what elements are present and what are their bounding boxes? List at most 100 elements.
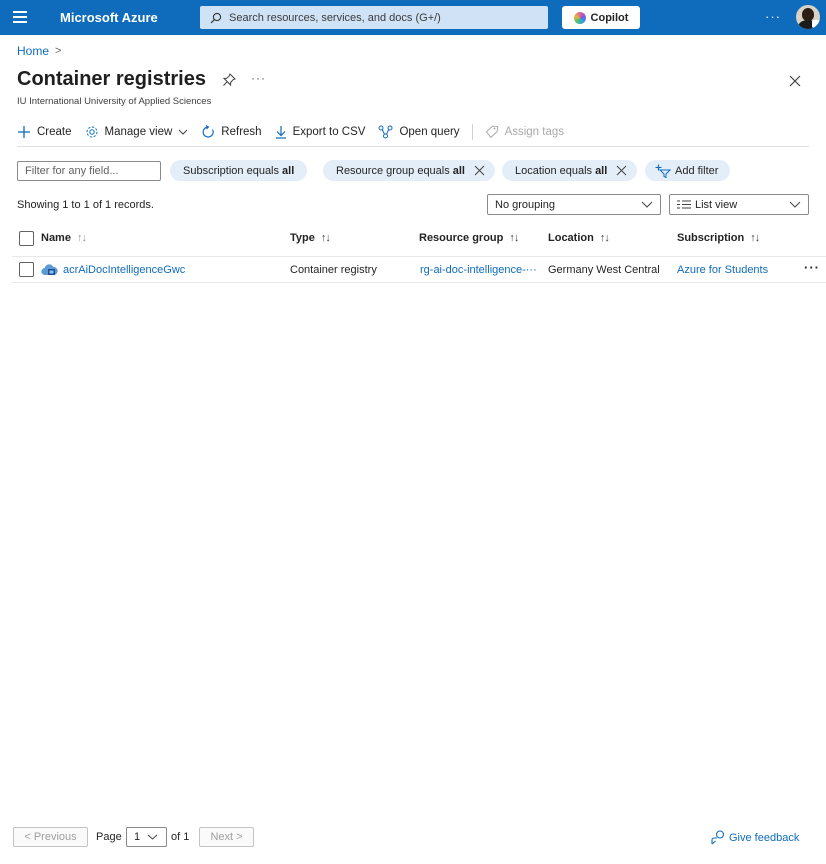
assign-tags-label: Assign tags [504,126,565,138]
sort-icon: ↑↓ [599,232,610,244]
remove-filter-icon[interactable] [474,165,485,176]
query-icon [378,125,393,139]
grouping-dropdown[interactable]: No grouping [487,194,661,215]
column-label: Resource group [419,232,504,244]
registry-location: Germany West Central [548,264,660,276]
assign-tags-button[interactable]: Assign tags [485,125,565,139]
column-label: Location [548,232,594,244]
column-header-resource-group[interactable]: Resource group ↑↓ [419,232,519,244]
avatar[interactable] [796,5,820,29]
records-count: Showing 1 to 1 of 1 records. [17,199,154,211]
refresh-label: Refresh [221,126,262,138]
open-query-label: Open query [399,126,460,138]
manage-view-button[interactable]: Manage view [85,125,189,139]
page-title: Container registries [17,68,206,90]
plus-icon [18,126,30,138]
toolbar-divider-line [17,146,809,147]
export-csv-button[interactable]: Export to CSV [275,125,366,139]
sort-icon: ↑↓ [320,232,331,244]
registry-name-link[interactable]: acrAiDocIntelligenceGwc [63,264,185,276]
subscription-link[interactable]: Azure for Students [677,264,768,276]
resource-group-filter-label: Resource group equals [336,164,450,177]
row-more-button[interactable]: ··· [804,260,820,275]
copilot-label: Copilot [590,11,629,24]
create-label: Create [37,126,72,138]
list-view-icon [677,200,691,209]
column-header-location[interactable]: Location ↑↓ [548,232,610,244]
gear-icon [86,126,98,138]
toolbar-divider [471,124,473,140]
filter-input[interactable] [17,161,161,181]
chevron-down-icon [789,201,801,208]
sort-icon: ↑↓ [509,232,519,244]
breadcrumb-separator: > [55,45,62,57]
chevron-down-icon [178,129,188,135]
copilot-icon [573,11,586,24]
subscription-filter-value: all [282,164,295,177]
location-filter-value: all [595,164,608,177]
top-navigation-bar: Microsoft Azure Copilot ··· [0,0,826,35]
global-search-box[interactable] [200,6,548,29]
add-filter-button[interactable]: Add filter [645,160,731,181]
title-more-button[interactable]: ··· [251,71,266,85]
previous-page-button[interactable]: < Previous [13,827,88,847]
remove-filter-icon[interactable] [616,165,627,176]
column-label: Type [290,232,315,244]
give-feedback-link[interactable]: Give feedback [711,830,799,845]
copilot-button[interactable]: Copilot [562,6,640,29]
sort-icon: ↑↓ [750,232,760,244]
grouping-value: No grouping [495,198,555,211]
feedback-icon [711,830,725,845]
add-filter-icon [655,164,671,178]
subscription-filter-pill[interactable]: Subscription equals all [170,160,308,181]
hamburger-icon[interactable] [13,11,27,23]
page-number-value: 1 [134,831,141,843]
command-bar: Create Manage view Refresh Export to CSV… [17,122,577,142]
select-all-checkbox[interactable] [19,231,34,246]
column-header-subscription[interactable]: Subscription ↑↓ [677,232,760,244]
subscription-filter-label: Subscription equals [183,164,280,177]
registry-type: Container registry [290,264,377,276]
breadcrumb-home-link[interactable]: Home [17,44,49,58]
page-label: Page [96,831,122,843]
column-label: Name [41,232,71,244]
page-number-select[interactable]: 1 [126,827,167,847]
create-button[interactable]: Create [17,125,72,139]
view-mode-value: List view [695,198,738,211]
chevron-down-icon [641,201,653,208]
tag-icon [485,125,498,139]
sort-icon: ↑↓ [76,232,87,244]
row-checkbox[interactable] [19,262,34,277]
add-filter-label: Add filter [675,164,719,177]
breadcrumb: Home > [17,44,61,58]
resource-group-filter-value: all [452,164,465,177]
location-filter-pill[interactable]: Location equals all [502,160,638,181]
resource-group-link[interactable]: rg-ai-doc-intelligence-··· [420,264,537,276]
give-feedback-label: Give feedback [729,831,800,844]
table-row[interactable]: acrAiDocIntelligenceGwc Container regist… [12,256,826,283]
column-label: Subscription [677,232,745,244]
column-header-name[interactable]: Name ↑↓ [41,232,87,244]
refresh-button[interactable]: Refresh [201,125,262,139]
view-mode-dropdown[interactable]: List view [669,194,809,215]
resource-group-filter-pill[interactable]: Resource group equals all [323,160,495,181]
open-query-button[interactable]: Open query [378,125,460,139]
directory-subtitle: IU International University of Applied S… [17,96,212,107]
export-csv-label: Export to CSV [292,126,366,138]
brand-title[interactable]: Microsoft Azure [60,10,158,25]
refresh-icon [202,125,215,138]
next-page-button[interactable]: Next > [199,827,254,847]
container-registry-icon [41,264,58,276]
chevron-down-icon [147,834,158,840]
global-search-input[interactable] [229,11,539,24]
pin-icon[interactable] [222,73,236,87]
search-icon [210,12,222,23]
close-icon[interactable] [788,74,802,88]
download-icon [275,126,286,139]
topbar-more-button[interactable]: ··· [765,9,781,24]
table-header: Name ↑↓ Type ↑↓ Resource group ↑↓ Locati… [17,228,826,250]
location-filter-label: Location equals [515,164,593,177]
manage-view-label: Manage view [104,126,173,138]
column-header-type[interactable]: Type ↑↓ [290,232,331,244]
page-total: of 1 [171,831,190,843]
